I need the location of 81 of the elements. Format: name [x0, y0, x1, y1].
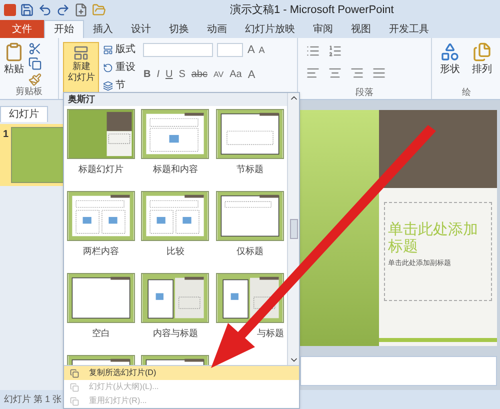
scissors-icon[interactable] [28, 42, 42, 56]
undo-icon[interactable] [38, 3, 52, 17]
ribbon-tab[interactable]: 文件 [0, 20, 44, 38]
copy-icon [70, 382, 79, 392]
font-field[interactable] [143, 43, 214, 58]
reset-icon [103, 62, 114, 72]
strikethrough-button[interactable]: abc [191, 67, 208, 82]
layout-thumbnail[interactable] [67, 109, 136, 159]
arrange-button[interactable]: 排列 [472, 42, 492, 77]
layout-label: 与标题 [257, 327, 284, 340]
italic-button[interactable]: I [156, 67, 160, 82]
grow-font-button[interactable]: A [247, 42, 255, 58]
bold-button[interactable]: B [143, 67, 151, 82]
window-title: 演示文稿1 - Microsoft PowerPoint [230, 2, 394, 18]
paintbrush-icon[interactable] [28, 72, 42, 86]
numbered-list-icon[interactable] [328, 44, 342, 58]
ribbon-tab[interactable]: 审阅 [304, 20, 342, 38]
layout-thumbnail[interactable] [141, 273, 210, 323]
ribbon-tab[interactable]: 动画 [198, 20, 236, 38]
layout-label: 节标题 [236, 163, 264, 176]
layout-label: 空白 [92, 327, 110, 340]
layout-label: 标题和内容 [152, 163, 198, 176]
layout-thumbnail[interactable] [141, 191, 210, 241]
scroll-thumb[interactable] [290, 219, 298, 239]
group-label: 段落 [354, 86, 375, 98]
reset-button[interactable]: 重设 [103, 60, 136, 75]
ribbon-tab[interactable]: 幻灯片放映 [236, 20, 304, 38]
group-label: 剪贴板 [14, 86, 44, 96]
status-text: 幻灯片 第 1 张 [4, 392, 62, 406]
menu-item[interactable]: 复制所选幻灯片(D) [64, 366, 299, 380]
layout-thumbnail[interactable] [141, 109, 210, 159]
scrollbar[interactable] [287, 93, 299, 365]
align-left-icon[interactable] [306, 66, 320, 80]
slide-layout-icon [73, 45, 90, 61]
layout-label: 比较 [166, 245, 184, 258]
layout-thumbnail[interactable] [67, 191, 136, 241]
ribbon-tab[interactable]: 设计 [122, 20, 160, 38]
group-label: 绘 [462, 86, 472, 98]
layout-label: 标题幻灯片 [78, 163, 124, 176]
layers-icon [103, 80, 114, 90]
save-icon[interactable] [20, 3, 34, 17]
layout-thumbnail[interactable] [67, 273, 136, 323]
ribbon-tab[interactable]: 视图 [342, 20, 380, 38]
clipboard-icon [4, 42, 24, 62]
case-button[interactable]: Aa [230, 67, 242, 82]
ribbon-tab[interactable]: 开发工具 [380, 20, 438, 38]
spacing-button[interactable]: AV [214, 68, 224, 81]
align-right-icon[interactable] [350, 66, 364, 80]
app-logo-icon [4, 4, 16, 16]
paste-button[interactable]: 粘贴 [4, 42, 24, 86]
layout-button[interactable]: 版式 [103, 42, 136, 57]
bullet-list-icon[interactable] [306, 44, 320, 58]
shape-button[interactable]: 形状 [440, 42, 460, 77]
new-slide-button[interactable]: 新建 幻灯片 [63, 42, 100, 94]
layout-thumbnail[interactable] [216, 109, 284, 159]
ribbon-tab[interactable]: 插入 [84, 20, 122, 38]
shadow-button[interactable]: S [178, 67, 186, 82]
layout-label: 仅标题 [236, 245, 264, 258]
copy-icon [70, 368, 79, 378]
layout-thumbnail[interactable] [216, 191, 284, 241]
new-file-icon[interactable] [74, 3, 88, 17]
gallery-header: 奥斯汀 [64, 93, 287, 106]
justify-icon[interactable] [372, 66, 386, 80]
slide-number: 1 [3, 128, 9, 142]
stacked-pages-icon [472, 42, 492, 62]
font-size-field[interactable] [217, 43, 244, 58]
redo-icon[interactable] [56, 3, 70, 17]
layout-label: 内容与标题 [152, 327, 198, 340]
layout-icon [103, 44, 114, 54]
layout-label: 两栏内容 [83, 245, 120, 258]
ribbon-tab[interactable]: 切换 [160, 20, 198, 38]
pane-tab[interactable]: 幻灯片 [0, 106, 48, 122]
copy-icon [70, 396, 79, 406]
copy-icon[interactable] [28, 57, 42, 71]
font-color-button[interactable]: A [248, 66, 256, 83]
section-button[interactable]: 节 [103, 78, 136, 93]
shapes-icon [440, 42, 460, 62]
align-center-icon[interactable] [328, 66, 342, 80]
underline-button[interactable]: U [165, 67, 173, 82]
shrink-font-button[interactable]: A [258, 44, 265, 57]
ribbon-tab[interactable]: 开始 [44, 20, 84, 38]
